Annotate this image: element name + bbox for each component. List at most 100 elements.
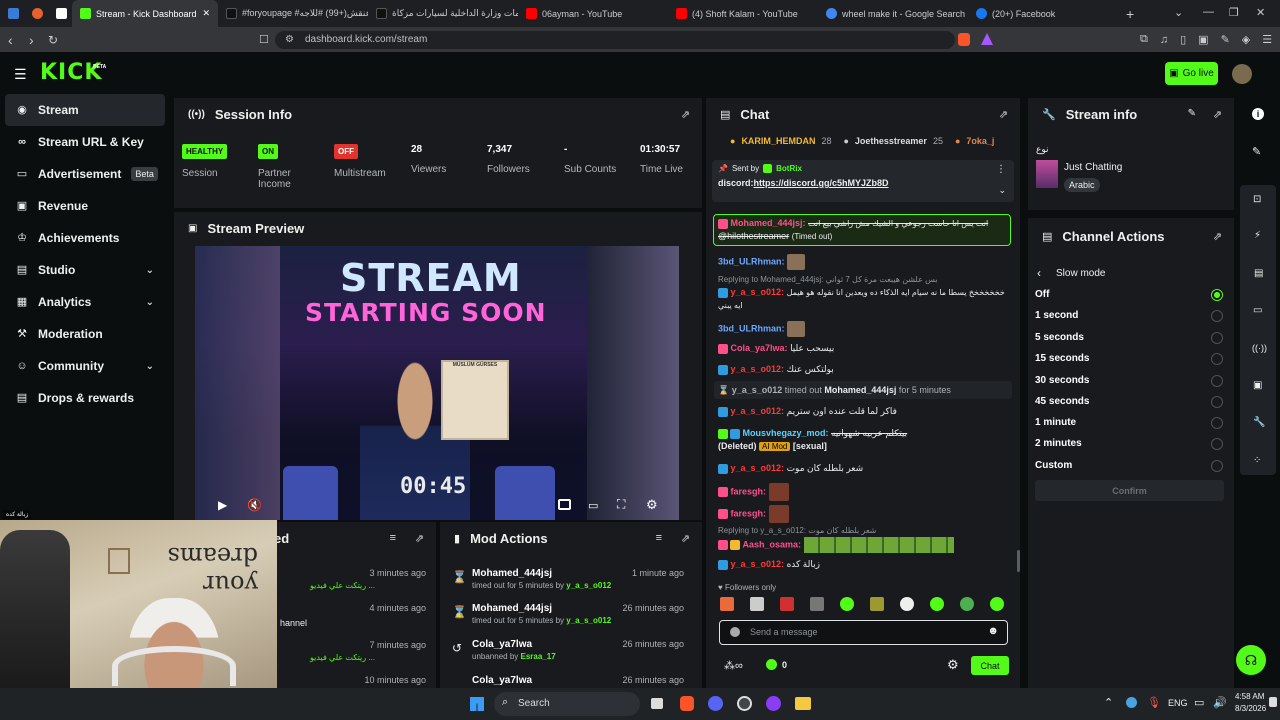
slow-mode-option[interactable]: 5 seconds xyxy=(1035,332,1230,344)
slow-mode-option[interactable]: 1 second xyxy=(1035,310,1230,322)
emote-icon[interactable] xyxy=(780,597,794,611)
radio[interactable] xyxy=(1211,417,1223,429)
settings-gear-icon[interactable]: ⚙ xyxy=(646,497,658,513)
radio[interactable] xyxy=(1211,438,1223,450)
bookmark-icon[interactable]: ☐ xyxy=(259,33,269,46)
popout-icon[interactable]: ⇗ xyxy=(999,108,1008,121)
wallet-icon[interactable]: ▣ xyxy=(1198,33,1208,46)
chevron-down-icon[interactable]: ⌄ xyxy=(146,265,154,276)
back-icon[interactable]: ‹ xyxy=(8,32,13,48)
taskbar-search[interactable]: ⌕ Search xyxy=(494,692,640,716)
popout-icon[interactable]: ⇗ xyxy=(681,532,690,545)
sidebar-item-stream-url[interactable]: ∞ Stream URL & Key xyxy=(0,126,170,158)
viewers-icon[interactable]: ⁂∞ xyxy=(724,659,743,672)
brave-taskbar-icon[interactable] xyxy=(680,696,694,711)
sidebar-item-stream[interactable]: ◉ Stream xyxy=(5,94,165,126)
rail-note-icon[interactable]: ▤ xyxy=(1254,268,1263,279)
info-icon[interactable]: i xyxy=(1252,108,1264,120)
extension-icon[interactable]: ⧉ xyxy=(1140,33,1148,46)
mod-actor[interactable]: Esraa_17 xyxy=(521,652,556,661)
tray-lang[interactable]: ENG xyxy=(1168,698,1188,708)
slow-mode-option[interactable]: Custom xyxy=(1035,460,1230,472)
category-name[interactable]: Just Chatting xyxy=(1064,162,1122,173)
maximize-icon[interactable]: ❐ xyxy=(1229,6,1239,19)
clock-time[interactable]: 4:58 AM xyxy=(1235,692,1264,701)
hamburger-icon[interactable]: ☰ xyxy=(14,66,27,83)
chat-username[interactable]: 3bd_ULRhman: xyxy=(718,323,785,333)
emote-icon[interactable] xyxy=(930,597,944,611)
clock-date[interactable]: 8/3/2026 xyxy=(1235,704,1266,713)
fullscreen-icon[interactable]: ⛶ xyxy=(617,497,625,512)
slow-mode-option[interactable]: 15 seconds xyxy=(1035,353,1230,365)
radio[interactable] xyxy=(1211,460,1223,472)
play-icon[interactable]: ▶ xyxy=(218,498,227,512)
music-icon[interactable]: ♫ xyxy=(1160,34,1168,46)
sidebar-item-revenue[interactable]: ▣ Revenue xyxy=(0,190,170,222)
chat-username[interactable]: y_a_s_o012: xyxy=(731,463,785,473)
chat-username[interactable]: Mohamed_444jsj: xyxy=(731,218,806,228)
pinned-message[interactable]: 📌 Sent by BotRix discord:https://discord.g… xyxy=(712,160,1014,202)
emote-icon[interactable] xyxy=(960,597,974,611)
windows-start-icon[interactable] xyxy=(470,697,484,711)
tab-youtube-2[interactable]: (4) Shoft Kalam - YouTube xyxy=(668,0,818,27)
mod-action-row[interactable]: Mohamed_444jsj timed out for 5 minutes b… xyxy=(452,603,692,625)
system-actor[interactable]: y_a_s_o012 xyxy=(732,385,783,395)
chat-username[interactable]: faresgh: xyxy=(731,508,767,518)
top-user-name[interactable]: KARIM_HEMDAN xyxy=(741,136,815,146)
rail-lightning-icon[interactable]: ⚡ xyxy=(1254,230,1261,241)
sidebar-item-advertisement[interactable]: ▭ Advertisement Beta xyxy=(0,158,170,190)
tab-youtube-1[interactable]: 06ayman - YouTube xyxy=(518,0,668,27)
popout-icon[interactable]: ⇗ xyxy=(1213,108,1222,121)
slow-mode-option[interactable]: 45 seconds xyxy=(1035,396,1230,408)
radio[interactable] xyxy=(1211,353,1223,365)
mute-icon[interactable]: 🔇 xyxy=(247,498,262,512)
network-icon[interactable]: ▭ xyxy=(1194,696,1204,709)
emote-icon[interactable] xyxy=(750,597,764,611)
edit-icon[interactable]: ✎ xyxy=(1188,108,1196,119)
emote-icon[interactable] xyxy=(990,597,1004,611)
brave-shield-icon[interactable] xyxy=(958,33,970,46)
chat-username[interactable]: y_a_s_o012: xyxy=(731,364,785,374)
pen-icon[interactable]: ✎ xyxy=(1252,145,1261,158)
user-avatar[interactable] xyxy=(1232,64,1252,84)
chat-settings-icon[interactable]: ⚙ xyxy=(947,657,959,673)
tab-2[interactable] xyxy=(24,0,48,27)
tab-search-icon[interactable]: ⌄ xyxy=(1174,6,1183,19)
slow-mode-option[interactable]: 30 seconds xyxy=(1035,375,1230,387)
emote-icon[interactable] xyxy=(720,597,734,611)
go-live-button[interactable]: ▣ Go live xyxy=(1165,62,1218,85)
theater-icon[interactable] xyxy=(558,499,571,510)
radio[interactable] xyxy=(1211,332,1223,344)
tab-3[interactable] xyxy=(48,0,72,27)
miniplayer-icon[interactable]: ▭ xyxy=(588,499,598,512)
chat-input[interactable]: Send a message ☻ xyxy=(719,620,1008,645)
chat-scrollbar[interactable] xyxy=(1017,550,1020,572)
radio-selected[interactable] xyxy=(1211,289,1223,301)
chat-username[interactable]: faresgh: xyxy=(731,486,767,496)
mod-action-row[interactable]: Cola_ya7lwa unbanned by Esraa_17 26 minu… xyxy=(452,639,692,661)
emote-icon[interactable] xyxy=(840,597,854,611)
rail-apps-icon[interactable]: ⁘ xyxy=(1253,455,1261,466)
top-user-name[interactable]: Joethesstreamer xyxy=(855,136,927,146)
tray-app-icon[interactable] xyxy=(1126,697,1137,708)
reload-icon[interactable]: ↻ xyxy=(48,33,58,47)
minimize-icon[interactable]: — xyxy=(1203,6,1214,18)
volume-icon[interactable]: 🔊 xyxy=(1213,696,1227,709)
mod-actor[interactable]: y_a_s_o012 xyxy=(566,616,611,625)
emote-icon[interactable] xyxy=(810,597,824,611)
sidepanel-icon[interactable]: ▯ xyxy=(1180,33,1186,46)
popout-icon[interactable]: ⇗ xyxy=(415,532,424,545)
chat-username[interactable]: y_a_s_o012: xyxy=(731,287,785,297)
forward-icon[interactable]: › xyxy=(29,32,34,48)
popout-icon[interactable]: ⇗ xyxy=(1213,230,1222,243)
category-thumbnail[interactable] xyxy=(1036,160,1058,188)
close-window-icon[interactable]: ✕ xyxy=(1256,6,1265,19)
emote-icon[interactable] xyxy=(870,597,884,611)
pinned-by[interactable]: BotRix xyxy=(776,164,802,173)
tab-tiktok[interactable]: #foryoupage #عنقش(+99) #للاجه xyxy=(218,0,368,27)
chat-username[interactable]: Mousvhegazy_mod: xyxy=(743,428,829,438)
radio[interactable] xyxy=(1211,375,1223,387)
sidebar-item-studio[interactable]: ▤ Studio ⌄ xyxy=(0,254,170,286)
emote-icon[interactable] xyxy=(900,597,914,611)
obs-taskbar-icon[interactable] xyxy=(737,696,752,711)
